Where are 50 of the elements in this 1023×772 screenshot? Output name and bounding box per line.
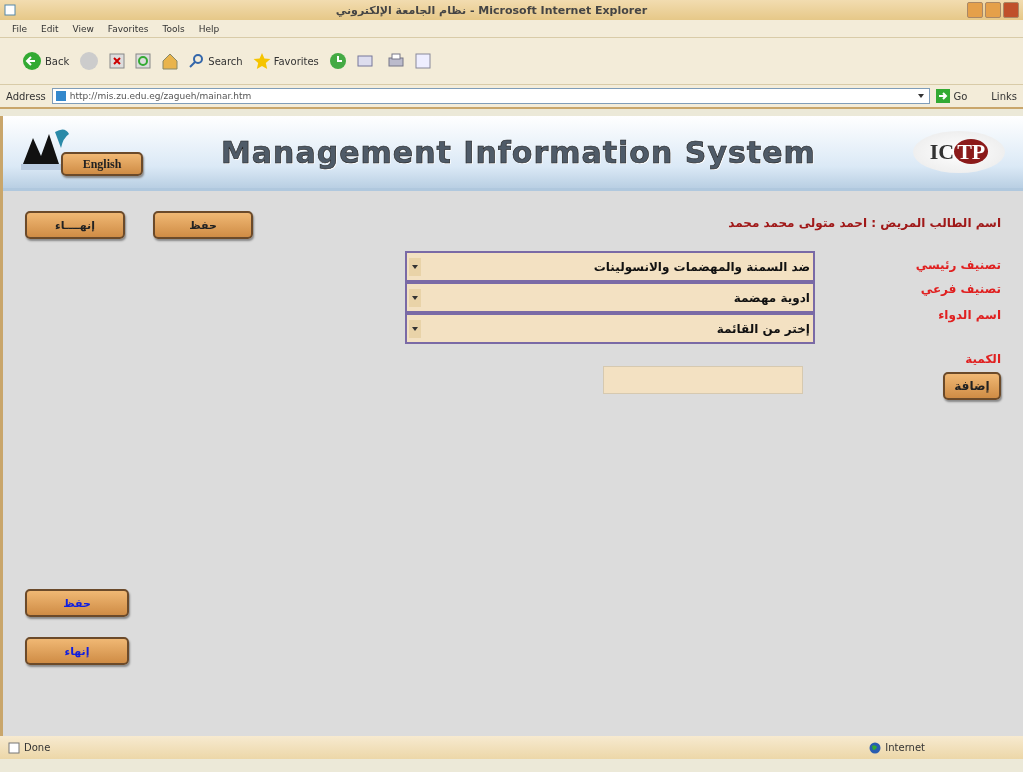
field-label: الكمية	[965, 352, 1001, 366]
refresh-icon[interactable]	[135, 53, 152, 69]
menu-item[interactable]: Edit	[41, 23, 59, 34]
quantity-field[interactable]	[603, 366, 803, 394]
links-button[interactable]: Links	[991, 90, 1017, 102]
save-button[interactable]: حفظ	[25, 589, 129, 617]
star-icon	[252, 52, 271, 70]
go-button[interactable]: Go	[936, 89, 968, 103]
page-title: Management Information System	[220, 134, 817, 170]
finish-button[interactable]: إنهــــاء	[25, 211, 125, 239]
history-icon[interactable]	[328, 52, 347, 70]
menu-item[interactable]: Tools	[162, 23, 185, 34]
window-title: نظام الجامعة الإلكتروني - Microsoft Internet Explorer	[334, 3, 649, 17]
finish-button[interactable]: إنهاء	[25, 637, 129, 665]
home-icon[interactable]	[161, 52, 180, 70]
save-button[interactable]: حفظ	[153, 211, 253, 239]
edit-icon[interactable]	[414, 53, 431, 69]
address-label: Address	[6, 90, 46, 102]
page-icon	[8, 741, 20, 754]
dropdown[interactable]: ادوية مهضمة	[405, 282, 815, 313]
dropdown[interactable]: إختر من القائمة	[405, 313, 815, 344]
search-button[interactable]: Search	[189, 53, 243, 69]
print-icon[interactable]	[386, 52, 405, 70]
minimize-button[interactable]	[967, 2, 983, 18]
field-label: تصنيف رئيسي	[915, 258, 1001, 272]
dropdown[interactable]: ضد السمنة والمهضمات والانسولينات	[405, 251, 815, 282]
globe-icon	[869, 741, 882, 754]
forward-icon[interactable]	[79, 51, 100, 71]
favorites-button[interactable]: Favorites	[252, 52, 319, 70]
close-button[interactable]	[1003, 2, 1019, 18]
field-label: اسم الدواء	[938, 308, 1001, 322]
english-button[interactable]: English	[61, 152, 143, 176]
logo-text: ICTP	[929, 139, 989, 165]
add-button[interactable]: إضافة	[943, 372, 1001, 400]
zone-text: Internet	[885, 742, 925, 753]
menu-item[interactable]: Favorites	[107, 23, 149, 34]
back-button[interactable]: Back	[22, 51, 70, 71]
menu-item[interactable]: File	[12, 23, 28, 34]
status-text: Done	[24, 742, 51, 753]
field-label: تصنيف فرعي	[920, 282, 1001, 296]
menu-item[interactable]: Help	[198, 23, 220, 34]
address-field[interactable]: http://mis.zu.edu.eg/zagueh/mainar.htm	[51, 88, 931, 104]
patient-name: اسم الطالب المريض : احمد متولى محمد محمد	[728, 216, 1001, 230]
maximize-button[interactable]	[985, 2, 1001, 18]
search-icon	[189, 53, 206, 69]
stop-icon[interactable]	[109, 53, 126, 69]
page-icon	[55, 91, 66, 101]
ie-icon	[4, 4, 16, 16]
go-arrow-icon	[936, 89, 951, 103]
menu-item[interactable]: View	[72, 23, 94, 34]
